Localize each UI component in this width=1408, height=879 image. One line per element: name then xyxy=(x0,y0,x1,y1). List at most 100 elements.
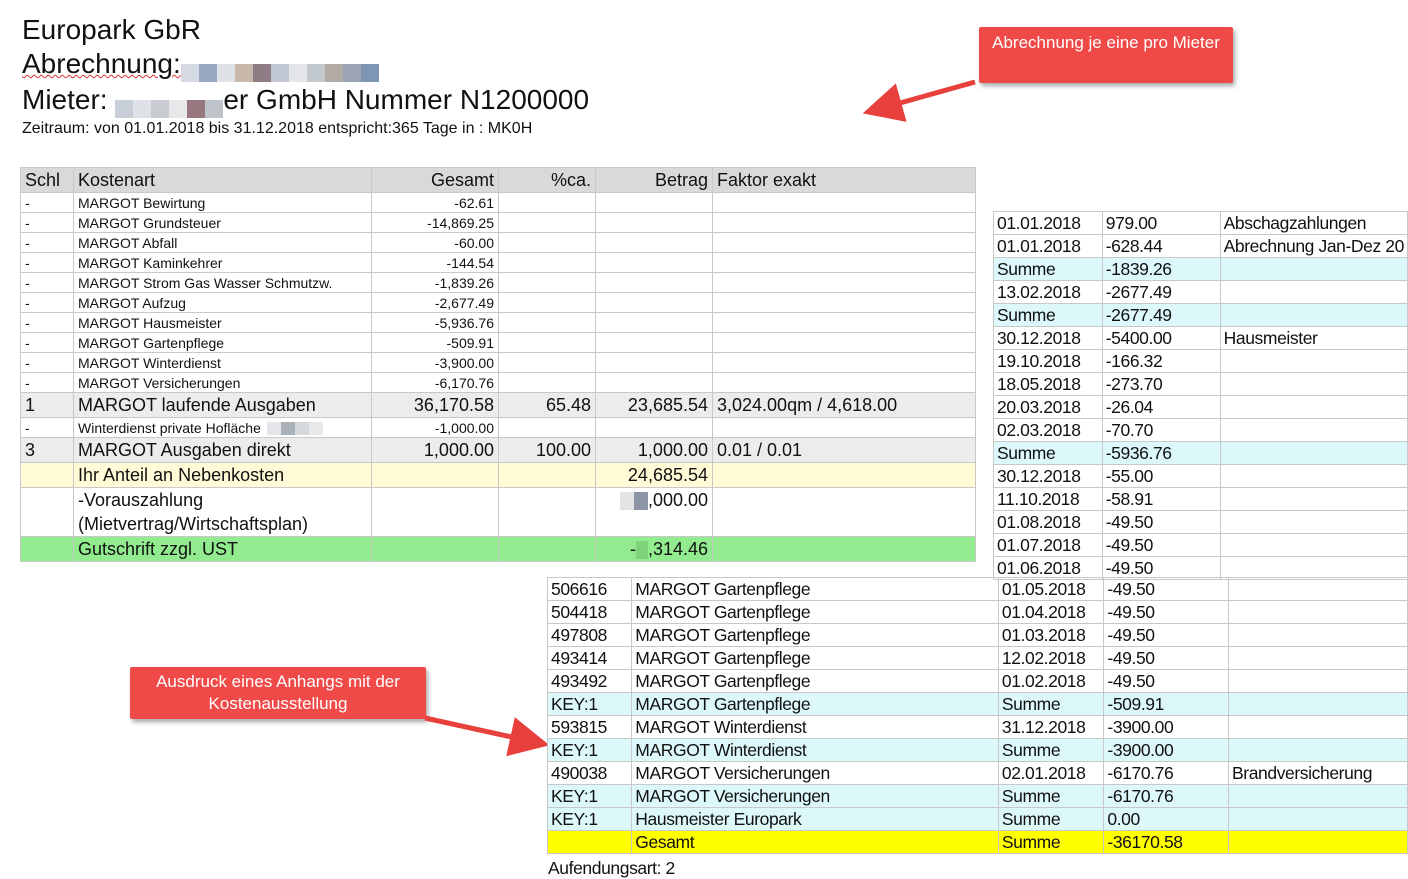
redacted-amount-2 xyxy=(635,540,648,559)
cell-b: -36170.58 xyxy=(1103,830,1229,854)
cost-row: - MARGOT Winterdienst -3,900.00 xyxy=(20,352,976,373)
cell-pct xyxy=(498,312,596,333)
cell-c xyxy=(1219,303,1408,327)
cost-row: - MARGOT Kaminkehrer -144.54 xyxy=(20,252,976,273)
cell-n: Gesamt xyxy=(631,830,999,854)
cell-b: -6170.76 xyxy=(1103,761,1229,785)
cell-n: MARGOT Winterdienst xyxy=(631,738,999,762)
zeitraum-text: Zeitraum: von 01.01.2018 bis 31.12.2018 … xyxy=(22,120,533,137)
booking-bottom-row: 493414 MARGOT Gartenpflege 12.02.2018 -49.5… xyxy=(546,646,1408,670)
cell-pct xyxy=(498,352,596,373)
arrow-bottom xyxy=(424,715,550,757)
booking-top-row: 02.03.2018 -70.70 xyxy=(993,418,1408,442)
callout-bottom: Ausdruck eines Anhangs mit der Kostenaus… xyxy=(130,667,426,719)
cell-c: Abrechnung Jan-Dez 20 xyxy=(1219,234,1408,258)
cell-betrag xyxy=(595,332,713,353)
anteil-row: Ihr Anteil an Nebenkosten 24,685.54 xyxy=(20,462,976,488)
gutschrift-row: Gutschrift zzgl. UST - ,314.46 xyxy=(20,536,976,562)
cell-n: MARGOT Gartenpflege xyxy=(631,577,999,601)
cell-pct: 65.48 xyxy=(498,392,596,418)
cell-c xyxy=(1228,646,1408,670)
cell-c: Brandversicherung xyxy=(1228,761,1408,785)
voraus-label: -Vorauszahlung (Mietvertrag/Wirtschaftspl… xyxy=(73,487,372,537)
cell-betrag xyxy=(595,417,713,438)
cost-row: - MARGOT Strom Gas Wasser Schmutzw. -1,839… xyxy=(20,272,976,293)
cost-row: - MARGOT Aufzug -2,677.49 xyxy=(20,292,976,313)
booking-top-row: Summe -1839.26 xyxy=(993,257,1408,281)
cell-art: MARGOT Aufzug xyxy=(73,292,372,313)
arrow-top xyxy=(862,79,976,122)
mieter-line: Mieter: er GmbH Nummer N1200000 xyxy=(22,84,589,118)
callout-top: Abrechnung je eine pro Mieter xyxy=(979,27,1233,83)
cell-schl: - xyxy=(20,352,74,373)
cell-faktor: 3,024.00qm / 4,618.00 xyxy=(712,392,976,418)
cell-k: KEY:1 xyxy=(546,738,633,762)
cell-pct xyxy=(498,212,596,233)
cell-n: MARGOT Gartenpflege xyxy=(631,669,999,693)
cell-c xyxy=(1228,623,1408,647)
cell-art: MARGOT Abfall xyxy=(73,232,372,253)
cell-c xyxy=(1219,418,1408,442)
cell-c xyxy=(1228,600,1408,624)
cost-row: 1 MARGOT laufende Ausgaben 36,170.58 65.48 2… xyxy=(20,392,976,418)
cell-k: KEY:1 xyxy=(546,692,633,716)
cell-a: 30.12.2018 xyxy=(993,326,1103,350)
cell-b: -6170.76 xyxy=(1103,784,1229,808)
booking-top-row: Summe -2677.49 xyxy=(993,303,1408,327)
cell-c xyxy=(1228,784,1408,808)
cell-b: -70.70 xyxy=(1101,418,1221,442)
cell-a: 02.03.2018 xyxy=(993,418,1103,442)
cell-betrag xyxy=(595,212,713,233)
cell-k: KEY:1 xyxy=(546,807,633,831)
cell-schl: 1 xyxy=(20,392,74,418)
cost-row: - MARGOT Versicherungen -6,170.76 xyxy=(20,372,976,393)
cell-b: -3900.00 xyxy=(1103,738,1229,762)
cell-pct xyxy=(498,232,596,253)
abrechnung-line: Abrechnung: xyxy=(22,48,379,82)
booking-bottom-row: 490038 MARGOT Versicherungen 02.01.2018 -61… xyxy=(546,761,1408,785)
cell-a: 11.10.2018 xyxy=(993,487,1103,511)
cell-faktor xyxy=(712,372,976,393)
anteil-label: Ihr Anteil an Nebenkosten xyxy=(73,462,372,488)
cell-faktor: 0.01 / 0.01 xyxy=(712,437,976,463)
booking-bottom-row: 506616 MARGOT Gartenpflege 01.05.2018 -49.5… xyxy=(546,577,1408,601)
cell-b: -49.50 xyxy=(1103,623,1229,647)
cell-a: 01.04.2018 xyxy=(997,600,1105,624)
booking-bottom-row: 497808 MARGOT Gartenpflege 01.03.2018 -49.5… xyxy=(546,623,1408,647)
cell-a: 13.02.2018 xyxy=(993,280,1103,304)
cell-b: -509.91 xyxy=(1103,692,1229,716)
cell-n: MARGOT Versicherungen xyxy=(631,784,999,808)
cell-schl: - xyxy=(20,252,74,273)
cell-schl: - xyxy=(20,417,74,438)
cell-n: MARGOT Gartenpflege xyxy=(631,623,999,647)
cell-b: -2677.49 xyxy=(1101,303,1221,327)
cell-art: MARGOT Gartenpflege xyxy=(73,332,372,353)
cell-a: Summe xyxy=(997,738,1105,762)
cell-schl: - xyxy=(20,292,74,313)
cell-schl: - xyxy=(20,312,74,333)
cell-b: -273.70 xyxy=(1101,372,1221,396)
cell-gesamt: -2,677.49 xyxy=(371,292,499,313)
booking-bottom-row: KEY:1 MARGOT Gartenpflege Summe -509.91 xyxy=(546,692,1408,716)
cell-schl: - xyxy=(20,192,74,213)
cell-b: -49.50 xyxy=(1101,510,1221,534)
cell-b: 0.00 xyxy=(1103,807,1229,831)
col-kostenart: Kostenart xyxy=(73,167,372,193)
cell-n: MARGOT Gartenpflege xyxy=(631,600,999,624)
cell-gesamt: 1,000.00 xyxy=(371,437,499,463)
cell-faktor xyxy=(712,192,976,213)
cell-schl: 3 xyxy=(20,437,74,463)
cell-a: Summe xyxy=(993,257,1103,281)
col-gesamt: Gesamt xyxy=(371,167,499,193)
cell-art: MARGOT Bewirtung xyxy=(73,192,372,213)
cell-gesamt: -62.61 xyxy=(371,192,499,213)
cell-pct: 100.00 xyxy=(498,437,596,463)
cell-gesamt: 36,170.58 xyxy=(371,392,499,418)
cell-c xyxy=(1219,533,1408,557)
cell-art: MARGOT Grundsteuer xyxy=(73,212,372,233)
col-pct: %ca. xyxy=(498,167,596,193)
cell-pct xyxy=(498,292,596,313)
cell-n: MARGOT Gartenpflege xyxy=(631,692,999,716)
col-faktor: Faktor exakt xyxy=(712,167,976,193)
cell-a: 18.05.2018 xyxy=(993,372,1103,396)
